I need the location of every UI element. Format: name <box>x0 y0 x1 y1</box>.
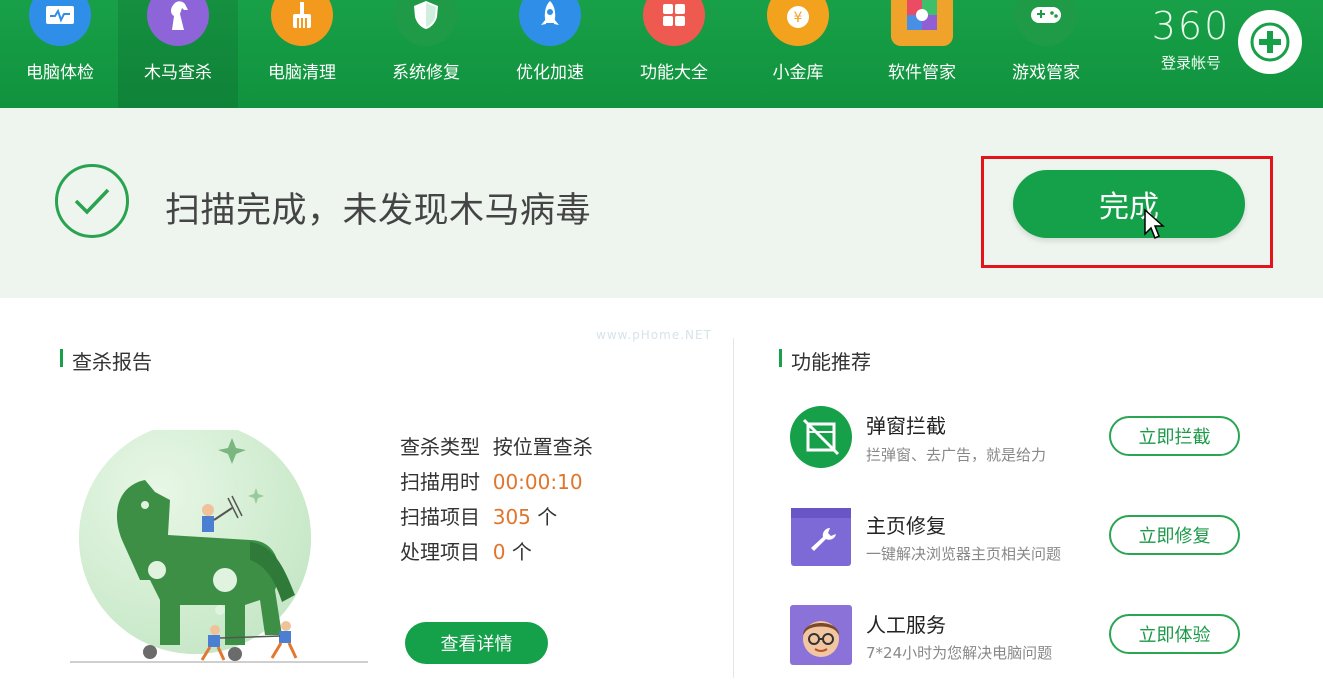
gamepad-icon <box>1015 0 1077 46</box>
stat-row-scan-time: 扫描用时 00:00:10 <box>400 466 583 495</box>
recommend-section-title: 功能推荐 <box>779 346 871 375</box>
stat-value: 0 <box>492 540 506 564</box>
nav-item-vault[interactable]: ¥ 小金库 <box>738 0 858 108</box>
stat-unit: 个 <box>511 540 532 564</box>
nav-label: 系统修复 <box>392 63 460 83</box>
plus-icon <box>1250 22 1290 62</box>
yen-coin-icon: ¥ <box>767 0 829 46</box>
rec-title-homepage-repair: 主页修复 <box>866 514 946 538</box>
brand-logo-360: 360 <box>1151 4 1231 48</box>
support-agent-icon <box>790 605 852 665</box>
view-details-button[interactable]: 查看详情 <box>405 622 548 664</box>
rec-desc-human-service: 7*24小时为您解决电脑问题 <box>866 644 1053 662</box>
stat-row-scan-type: 查杀类型 按位置查杀 <box>400 431 593 460</box>
stat-label: 处理项目 <box>400 540 480 564</box>
report-section-title: 查杀报告 <box>60 346 152 375</box>
rocket-icon <box>519 0 581 46</box>
nav-label: 小金库 <box>772 63 824 83</box>
stat-label: 查杀类型 <box>400 435 480 459</box>
stat-row-scanned-items: 扫描项目 305 个 <box>400 501 557 530</box>
nav-label: 优化加速 <box>516 63 584 83</box>
trojan-horse-illustration <box>70 430 368 663</box>
nav-label: 游戏管家 <box>1012 63 1080 83</box>
nav-item-pc-cleanup[interactable]: 电脑清理 <box>242 0 362 108</box>
nav-item-pc-checkup[interactable]: 电脑体检 <box>0 0 120 108</box>
nav-item-game-manager[interactable]: 游戏管家 <box>986 0 1106 108</box>
shield-icon <box>395 0 457 46</box>
popup-block-icon <box>790 406 852 468</box>
rec-title-popup-block: 弹窗拦截 <box>866 414 946 438</box>
login-account-link[interactable]: 登录帐号 <box>1136 52 1246 73</box>
stat-label: 扫描项目 <box>400 505 480 529</box>
nav-item-trojan-scan[interactable]: 木马查杀 <box>118 0 238 108</box>
nav-label: 电脑清理 <box>268 63 336 83</box>
stat-value: 305 <box>492 505 531 529</box>
nav-label: 功能大全 <box>640 63 708 83</box>
rec-desc-popup-block: 拦弹窗、去广告，就是给力 <box>866 446 1047 464</box>
try-now-button[interactable]: 立即体验 <box>1109 614 1240 654</box>
scan-result-text: 扫描完成，未发现木马病毒 <box>165 191 592 231</box>
check-icon <box>55 164 129 238</box>
nav-label: 电脑体检 <box>26 63 94 83</box>
monitor-icon <box>29 0 91 46</box>
svg-text:¥: ¥ <box>794 10 803 26</box>
nav-label: 软件管家 <box>888 63 956 83</box>
stat-row-handled-items: 处理项目 0 个 <box>400 536 532 565</box>
mouse-cursor-icon <box>1144 208 1165 240</box>
nav-item-system-repair[interactable]: 系统修复 <box>366 0 486 108</box>
rec-title-human-service: 人工服务 <box>866 613 946 637</box>
horse-icon <box>147 0 209 46</box>
grid-icon <box>643 0 705 46</box>
stat-label: 扫描用时 <box>400 470 480 494</box>
broom-icon <box>271 0 333 46</box>
scan-result-banner: 扫描完成，未发现木马病毒 完成 <box>0 108 1323 298</box>
apps-box-icon <box>891 0 953 46</box>
stat-unit: 个 <box>537 505 558 529</box>
top-nav: 电脑体检 木马查杀 电脑清理 系统修复 优化加速 功能大全 ¥ 小金库 软件管家… <box>0 0 1323 108</box>
nav-label: 木马查杀 <box>144 63 212 83</box>
panel-divider <box>733 338 734 678</box>
done-button[interactable]: 完成 <box>1013 170 1245 238</box>
nav-item-all-features[interactable]: 功能大全 <box>614 0 734 108</box>
nav-item-software-manager[interactable]: 软件管家 <box>862 0 982 108</box>
rec-desc-homepage-repair: 一键解决浏览器主页相关问题 <box>866 545 1062 563</box>
brand-login[interactable]: 360 登录帐号 <box>1136 6 1246 76</box>
add-button[interactable] <box>1238 10 1302 74</box>
stat-value: 00:00:10 <box>492 470 583 494</box>
repair-now-button[interactable]: 立即修复 <box>1109 515 1240 555</box>
nav-item-optimize[interactable]: 优化加速 <box>490 0 610 108</box>
wrench-icon <box>791 508 851 566</box>
watermark-text: www.pHome.NET <box>596 328 712 342</box>
block-now-button[interactable]: 立即拦截 <box>1109 416 1240 456</box>
stat-value: 按位置查杀 <box>492 435 593 459</box>
